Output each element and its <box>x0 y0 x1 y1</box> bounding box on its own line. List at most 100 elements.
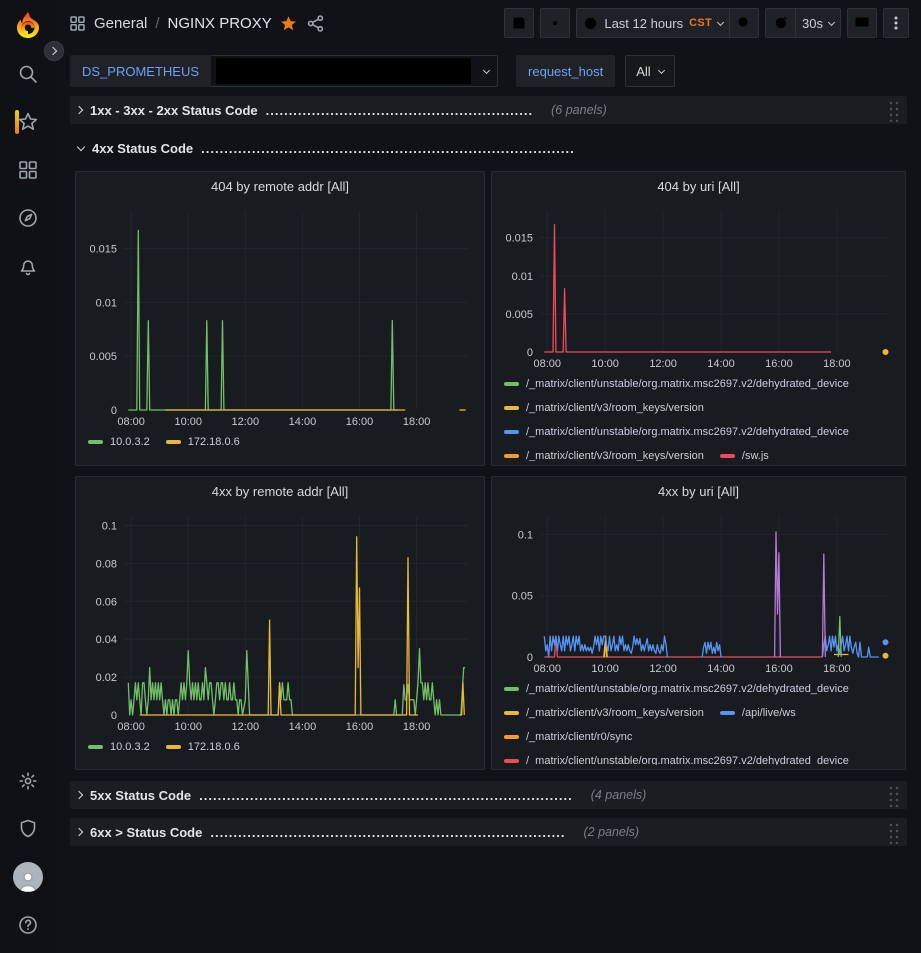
variable-label-host[interactable]: request_host <box>516 55 615 87</box>
legend-series-swatch <box>166 440 181 444</box>
sidebar-item-explore[interactable] <box>0 194 55 242</box>
svg-text:0.015: 0.015 <box>505 233 533 245</box>
svg-text:0: 0 <box>111 710 117 722</box>
legend-item[interactable]: /_matrix/client/v3/room_keys/version <box>504 701 704 725</box>
chart-svg: 08:0010:0012:0014:0016:0018:0000.0050.01… <box>84 202 476 430</box>
row-6xx[interactable]: 6xx > Status Code ......................… <box>70 818 907 846</box>
breadcrumb-dashboard-title[interactable]: NGINX PROXY <box>168 15 272 32</box>
row-1xx-3xx-2xx[interactable]: 1xx - 3xx - 2xx Status Code ............… <box>70 96 907 124</box>
save-dashboard-button[interactable] <box>504 8 534 38</box>
svg-text:08:00: 08:00 <box>533 663 561 675</box>
legend-item[interactable]: /_matrix/client/r0/sync <box>504 725 632 749</box>
svg-text:0.01: 0.01 <box>96 297 117 309</box>
chevron-right-icon <box>75 828 83 836</box>
row-panel-count: (2 panels) <box>583 825 639 839</box>
svg-text:18:00: 18:00 <box>403 721 431 733</box>
sidebar-item-help[interactable] <box>0 901 55 949</box>
variable-label-ds[interactable]: DS_PROMETHEUS <box>70 55 211 87</box>
svg-text:0: 0 <box>527 652 533 664</box>
row-title: 5xx Status Code <box>90 788 191 803</box>
legend-item[interactable]: /_matrix/client/unstable/org.matrix.msc2… <box>504 749 849 765</box>
legend-item[interactable]: 172.18.0.6 <box>166 735 240 759</box>
legend-series-label: /sw.js <box>742 450 769 461</box>
legend-item[interactable]: /_matrix/client/v3/room_keys/version <box>504 396 704 420</box>
sidebar-item-starred[interactable] <box>0 98 55 146</box>
svg-text:08:00: 08:00 <box>533 358 561 370</box>
side-nav <box>0 0 55 953</box>
legend-series-label: /_matrix/client/unstable/org.matrix.msc2… <box>526 378 849 390</box>
zoom-out-button[interactable] <box>729 8 759 38</box>
variable-value-host-dropdown[interactable]: All <box>625 55 674 87</box>
legend-item[interactable]: /_matrix/client/unstable/org.matrix.msc2… <box>504 677 849 701</box>
sidebar-item-dashboards[interactable] <box>0 146 55 194</box>
legend-series-swatch <box>504 454 519 458</box>
legend-series-swatch <box>504 406 519 410</box>
variable-request-host: request_host <box>516 55 615 87</box>
panel-legend: /_matrix/client/unstable/org.matrix.msc2… <box>500 372 897 461</box>
variable-value-ds-dropdown[interactable] <box>211 55 498 87</box>
search-icon <box>17 63 39 85</box>
sidebar-item-configuration[interactable] <box>0 757 55 805</box>
row-4xx[interactable]: 4xx Status Code ........................… <box>70 134 907 162</box>
chevron-down-icon <box>658 66 665 73</box>
legend-item[interactable]: 10.0.3.2 <box>88 430 150 454</box>
row-5xx[interactable]: 5xx Status Code ........................… <box>70 781 907 809</box>
svg-text:0.06: 0.06 <box>96 596 117 608</box>
time-series-chart[interactable]: 08:0010:0012:0014:0016:0018:0000.0050.01… <box>500 202 897 372</box>
dashboard-settings-button[interactable] <box>540 8 570 38</box>
row-title: 1xx - 3xx - 2xx Status Code <box>90 103 258 118</box>
dashboard-header: General / NGINX PROXY Last 12 hours CST <box>55 0 921 46</box>
legend-series-swatch <box>720 711 735 715</box>
row-drag-handle[interactable] <box>887 99 899 122</box>
legend-item[interactable]: 10.0.3.2 <box>88 735 150 759</box>
svg-text:12:00: 12:00 <box>649 663 677 675</box>
sidebar-item-alerting[interactable] <box>0 242 55 290</box>
time-range-picker[interactable]: Last 12 hours CST <box>576 8 729 38</box>
sidebar-expand-button[interactable] <box>44 41 64 61</box>
toolbar: Last 12 hours CST 30s <box>504 8 909 38</box>
panel-title[interactable]: 404 by remote addr [All] <box>84 172 476 202</box>
legend-item[interactable]: /_matrix/client/v3/room_keys/version <box>504 444 704 461</box>
legend-item[interactable]: 172.18.0.6 <box>166 430 240 454</box>
chart-svg: 08:0010:0012:0014:0016:0018:0000.050.1 <box>500 507 897 677</box>
svg-text:0.1: 0.1 <box>518 529 533 541</box>
time-series-chart[interactable]: 08:0010:0012:0014:0016:0018:0000.0050.01… <box>84 202 476 430</box>
legend-series-label: /_matrix/client/v3/room_keys/version <box>526 450 704 461</box>
kebab-menu-button[interactable] <box>883 8 909 38</box>
legend-series-label: 10.0.3.2 <box>110 436 150 448</box>
panel-title[interactable]: 4xx by remote addr [All] <box>84 477 476 507</box>
row-title-dots: ........................................… <box>201 141 575 156</box>
share-icon[interactable] <box>307 15 324 32</box>
svg-text:18:00: 18:00 <box>823 358 851 370</box>
refresh-button[interactable] <box>765 8 795 38</box>
legend-item[interactable]: /api/live/ws <box>720 701 796 725</box>
gear-icon <box>17 770 39 792</box>
refresh-interval-label: 30s <box>802 16 823 31</box>
svg-text:14:00: 14:00 <box>289 721 317 733</box>
legend-series-swatch <box>504 759 519 763</box>
favorite-star-icon[interactable] <box>280 15 297 32</box>
legend-series-label: /_matrix/client/r0/sync <box>526 731 632 743</box>
time-series-chart[interactable]: 08:0010:0012:0014:0016:0018:0000.020.040… <box>84 507 476 735</box>
legend-item[interactable]: /_matrix/client/unstable/org.matrix.msc2… <box>504 420 849 444</box>
svg-text:0.005: 0.005 <box>505 309 533 321</box>
chart-svg: 08:0010:0012:0014:0016:0018:0000.020.040… <box>84 507 476 735</box>
legend-item[interactable]: /sw.js <box>720 444 769 461</box>
row-drag-handle[interactable] <box>887 821 899 844</box>
panel-title[interactable]: 404 by uri [All] <box>500 172 897 202</box>
svg-text:0.05: 0.05 <box>512 591 533 603</box>
tv-mode-button[interactable] <box>847 8 877 38</box>
row-drag-handle[interactable] <box>887 784 899 807</box>
time-series-chart[interactable]: 08:0010:0012:0014:0016:0018:0000.050.1 <box>500 507 897 677</box>
sidebar-bottom-group <box>0 757 55 953</box>
sidebar-item-profile[interactable] <box>0 853 55 901</box>
legend-item[interactable]: /_matrix/client/unstable/org.matrix.msc2… <box>504 372 849 396</box>
refresh-interval-picker[interactable]: 30s <box>795 8 841 38</box>
variable-host-value: All <box>636 64 650 79</box>
breadcrumb-folder[interactable]: General <box>94 15 147 32</box>
sidebar-item-server-admin[interactable] <box>0 805 55 853</box>
svg-text:18:00: 18:00 <box>403 416 431 428</box>
panel-title[interactable]: 4xx by uri [All] <box>500 477 897 507</box>
panel-4xx-by-remote-addr: 4xx by remote addr [All] 08:0010:0012:00… <box>75 476 485 770</box>
legend-series-label: /_matrix/client/unstable/org.matrix.msc2… <box>526 683 849 695</box>
